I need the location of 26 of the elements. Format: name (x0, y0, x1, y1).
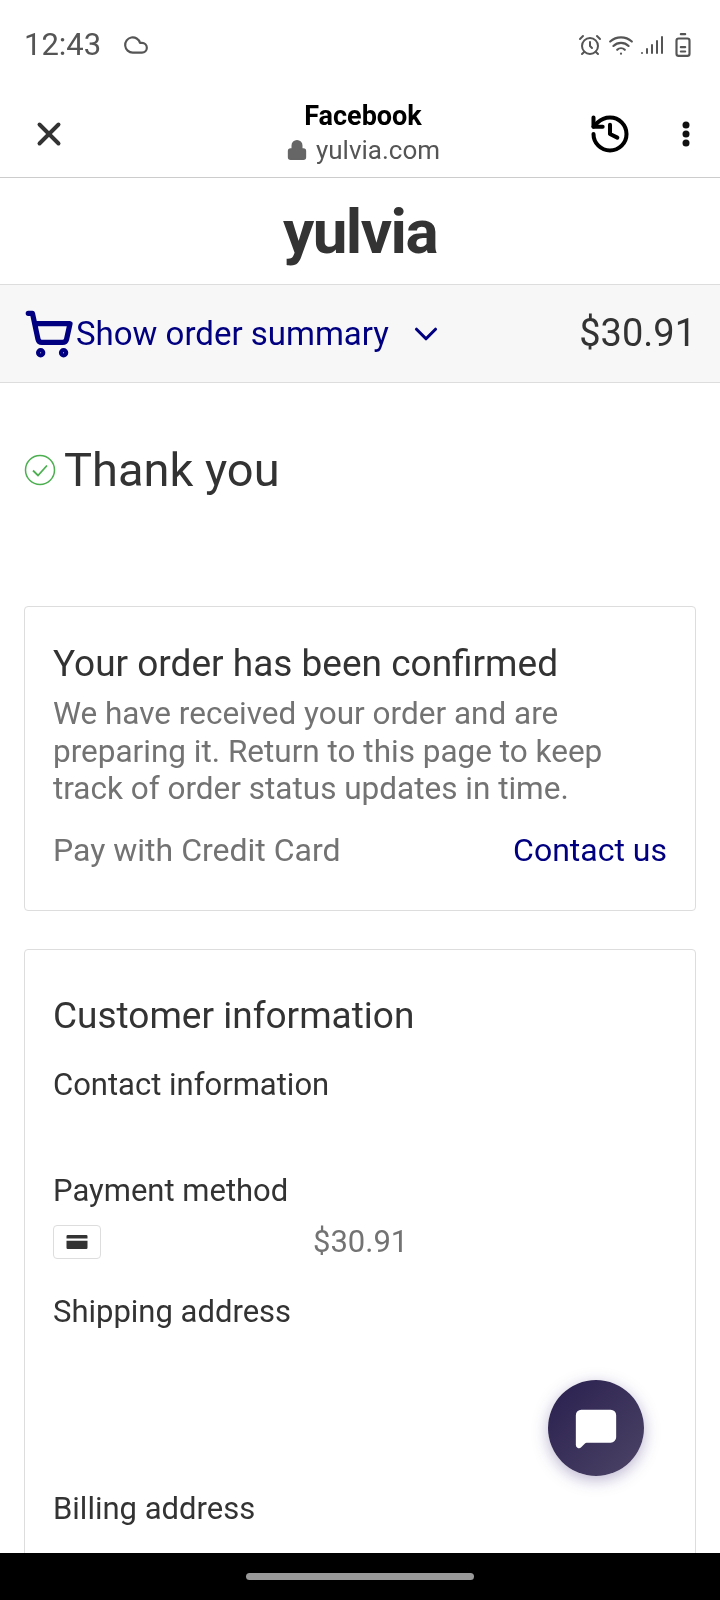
order-summary-toggle[interactable]: Show order summary (24, 308, 445, 359)
customer-info-title: Customer information (53, 993, 416, 1040)
section-label: Shipping address (53, 1292, 293, 1333)
payment-note: Pay with Credit Card (53, 830, 341, 872)
confirmation-title: Your order has been confirmed (53, 640, 560, 687)
section-label: Contact information (53, 1064, 331, 1105)
confirmation-message: We have received your order and are preparing it. Return to this page to keep track of order status updates in time. (53, 694, 604, 809)
more-icon (682, 120, 690, 147)
lock-icon (285, 139, 308, 162)
order-total: $30.91 (579, 310, 696, 357)
payment-amount: $30.91 (313, 1221, 409, 1262)
page-url: yulvia.com (315, 134, 441, 167)
cart-icon (24, 308, 74, 359)
credit-card-icon (53, 1224, 101, 1259)
chat-button[interactable] (548, 1380, 644, 1476)
signal-icon (640, 33, 664, 57)
check-circle-icon (24, 454, 56, 487)
section-label: Payment method (53, 1171, 290, 1212)
contact-link[interactable]: Contact us (513, 826, 667, 875)
thank-you-heading: Thank you (64, 441, 280, 499)
menu-button[interactable] (682, 120, 690, 147)
section-label: Billing address (53, 1488, 257, 1529)
status-time: 12:43 (24, 24, 102, 65)
page-title: Facebook (304, 100, 422, 135)
alarm-icon (578, 33, 602, 57)
store-logo: yulvia (283, 193, 437, 270)
